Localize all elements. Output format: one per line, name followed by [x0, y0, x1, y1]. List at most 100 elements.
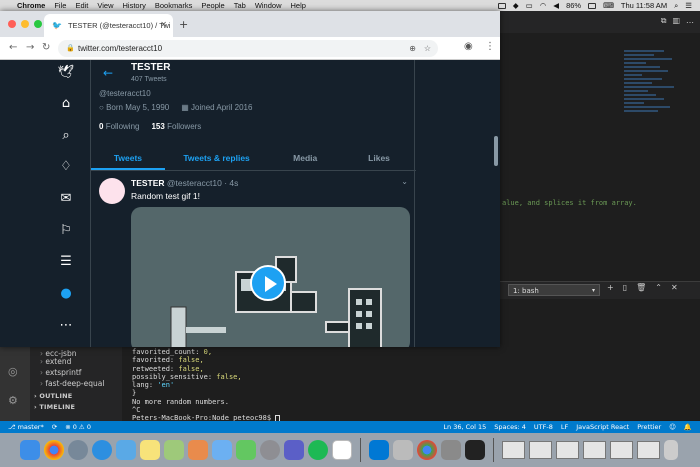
profile-person-icon[interactable]: ●	[57, 285, 75, 303]
battery-icon[interactable]	[588, 2, 597, 9]
more-actions-icon[interactable]: …	[686, 16, 694, 26]
menu-edit[interactable]: Edit	[75, 1, 88, 10]
followers-link[interactable]: 153 Followers	[151, 122, 201, 131]
eol[interactable]: LF	[561, 423, 568, 431]
close-panel-icon[interactable]: ✕	[671, 283, 678, 292]
address-bar[interactable]: 🔒 twitter.com/testeracct10 ⊕ ☆	[58, 40, 438, 57]
home-icon[interactable]: ⌂	[57, 95, 75, 113]
timeline-section[interactable]: › TIMELINE	[30, 401, 122, 414]
search-icon[interactable]: ⌕	[57, 127, 75, 145]
menu-tab[interactable]: Tab	[234, 1, 246, 10]
back-icon[interactable]: ←	[9, 42, 17, 53]
lock-icon[interactable]: 🔒	[66, 40, 75, 57]
tree-item[interactable]: › fast-deep-equal	[30, 377, 122, 390]
minimized-window[interactable]	[502, 441, 525, 459]
wifi-icon[interactable]: ◠	[540, 1, 547, 10]
new-tab-icon[interactable]: +	[179, 18, 188, 31]
trash-icon[interactable]	[664, 440, 678, 460]
messages-icon[interactable]	[236, 440, 256, 460]
vscode-minimap[interactable]	[624, 50, 684, 170]
tweet-menu-chevron-icon[interactable]: ⌄	[401, 177, 408, 186]
split-terminal-icon[interactable]: ▯	[623, 283, 627, 292]
display-icon[interactable]: ▭	[526, 1, 533, 10]
browser-tab[interactable]: 🐦 TESTER (@testeracct10) / Twi ✕	[44, 14, 173, 37]
battery-percent[interactable]: 86%	[566, 1, 581, 10]
tab-tweets-replies[interactable]: Tweets & replies	[165, 145, 268, 170]
add-terminal-icon[interactable]: +	[607, 283, 614, 292]
tab-likes[interactable]: Likes	[342, 145, 416, 170]
account-icon[interactable]: ◎	[8, 365, 18, 378]
reload-icon[interactable]: ↻	[42, 42, 50, 53]
bookmarks-icon[interactable]: ⚐	[57, 222, 75, 240]
terminal-icon[interactable]	[465, 440, 485, 460]
encoding[interactable]: UTF-8	[534, 423, 553, 431]
bookmark-star-icon[interactable]: ☆	[424, 40, 431, 57]
page-scrollbar[interactable]	[494, 136, 498, 166]
terminal-selector[interactable]: 1: bash ▾	[508, 284, 600, 296]
notifications-bell-icon[interactable]: ♢	[57, 158, 75, 176]
minimized-window[interactable]	[556, 441, 579, 459]
cursor-position[interactable]: Ln 36, Col 15	[443, 423, 486, 431]
following-link[interactable]: 0 Following	[99, 122, 139, 131]
more-options-icon[interactable]: ⋯	[57, 317, 75, 335]
lists-icon[interactable]: ☰	[57, 253, 75, 271]
chrome-canary-icon[interactable]	[417, 440, 437, 460]
minimized-window[interactable]	[637, 441, 660, 459]
play-button-icon[interactable]	[250, 265, 286, 301]
prettier-status[interactable]: Prettier	[637, 423, 661, 431]
input-source-icon[interactable]: ⌨	[603, 1, 614, 10]
spotlight-icon[interactable]: ⌕	[674, 1, 678, 11]
forward-icon[interactable]: →	[26, 42, 34, 53]
avatar[interactable]	[99, 178, 125, 204]
sync-icon[interactable]: ⟳	[52, 423, 57, 431]
manage-gear-icon[interactable]: ⚙	[8, 394, 18, 407]
tab-tweets[interactable]: Tweets	[91, 145, 165, 170]
problems-indicator[interactable]: ⊗ 0 ⚠ 0	[65, 423, 91, 431]
menu-app[interactable]: Chrome	[17, 1, 45, 10]
zoom-window-icon[interactable]	[34, 20, 42, 28]
close-tab-icon[interactable]: ✕	[160, 20, 167, 29]
notes-icon[interactable]	[140, 440, 160, 460]
maximize-panel-icon[interactable]: ⌃	[655, 283, 662, 292]
spotify-icon[interactable]	[308, 440, 328, 460]
clock[interactable]: Thu 11:58 AM	[621, 1, 667, 10]
menu-file[interactable]: File	[54, 1, 66, 10]
finder2-icon[interactable]	[212, 440, 232, 460]
messages-envelope-icon[interactable]: ✉	[57, 190, 75, 208]
mail-icon[interactable]	[116, 440, 136, 460]
minimize-window-icon[interactable]	[21, 20, 29, 28]
extension-icon[interactable]: ⊕	[409, 40, 416, 57]
branch-indicator[interactable]: ⎇ master*	[8, 423, 44, 431]
menu-history[interactable]: History	[123, 1, 146, 10]
photos-icon[interactable]	[188, 440, 208, 460]
minimized-window[interactable]	[583, 441, 606, 459]
terminal-output[interactable]: favorited_count: 0, favorited: false, re…	[122, 347, 700, 422]
system-prefs-icon[interactable]	[441, 440, 461, 460]
safari-icon[interactable]	[92, 440, 112, 460]
menu-people[interactable]: People	[201, 1, 224, 10]
preview-icon[interactable]	[164, 440, 184, 460]
vscode-icon[interactable]	[369, 440, 389, 460]
menubar-extra-icon[interactable]	[497, 2, 506, 9]
tab-media[interactable]: Media	[268, 145, 342, 170]
slack-icon[interactable]	[332, 440, 352, 460]
split-editor-icon[interactable]: ⧉	[661, 16, 667, 26]
dropbox-icon[interactable]: ◆	[513, 1, 519, 10]
volume-icon[interactable]: ◀	[553, 1, 559, 10]
tweet[interactable]: TESTER @testeracct10 · 4s ⌄ Random test …	[91, 172, 416, 347]
layout-icon[interactable]: ▥	[672, 16, 680, 26]
xcode-icon[interactable]	[393, 440, 413, 460]
menu-help[interactable]: Help	[291, 1, 306, 10]
bell-icon[interactable]: 🔔	[684, 423, 692, 431]
launchpad-icon[interactable]	[68, 440, 88, 460]
chrome-icon[interactable]	[44, 440, 64, 460]
teams-icon[interactable]	[284, 440, 304, 460]
menu-window[interactable]: Window	[255, 1, 282, 10]
menu-view[interactable]: View	[97, 1, 113, 10]
indentation[interactable]: Spaces: 4	[494, 423, 526, 431]
finder-icon[interactable]	[20, 440, 40, 460]
twitter-logo-icon[interactable]: 🕊	[57, 64, 75, 82]
language-mode[interactable]: JavaScript React	[576, 423, 629, 431]
notification-center-icon[interactable]: ☰	[685, 1, 692, 10]
profile-icon[interactable]: ◉	[464, 41, 473, 52]
